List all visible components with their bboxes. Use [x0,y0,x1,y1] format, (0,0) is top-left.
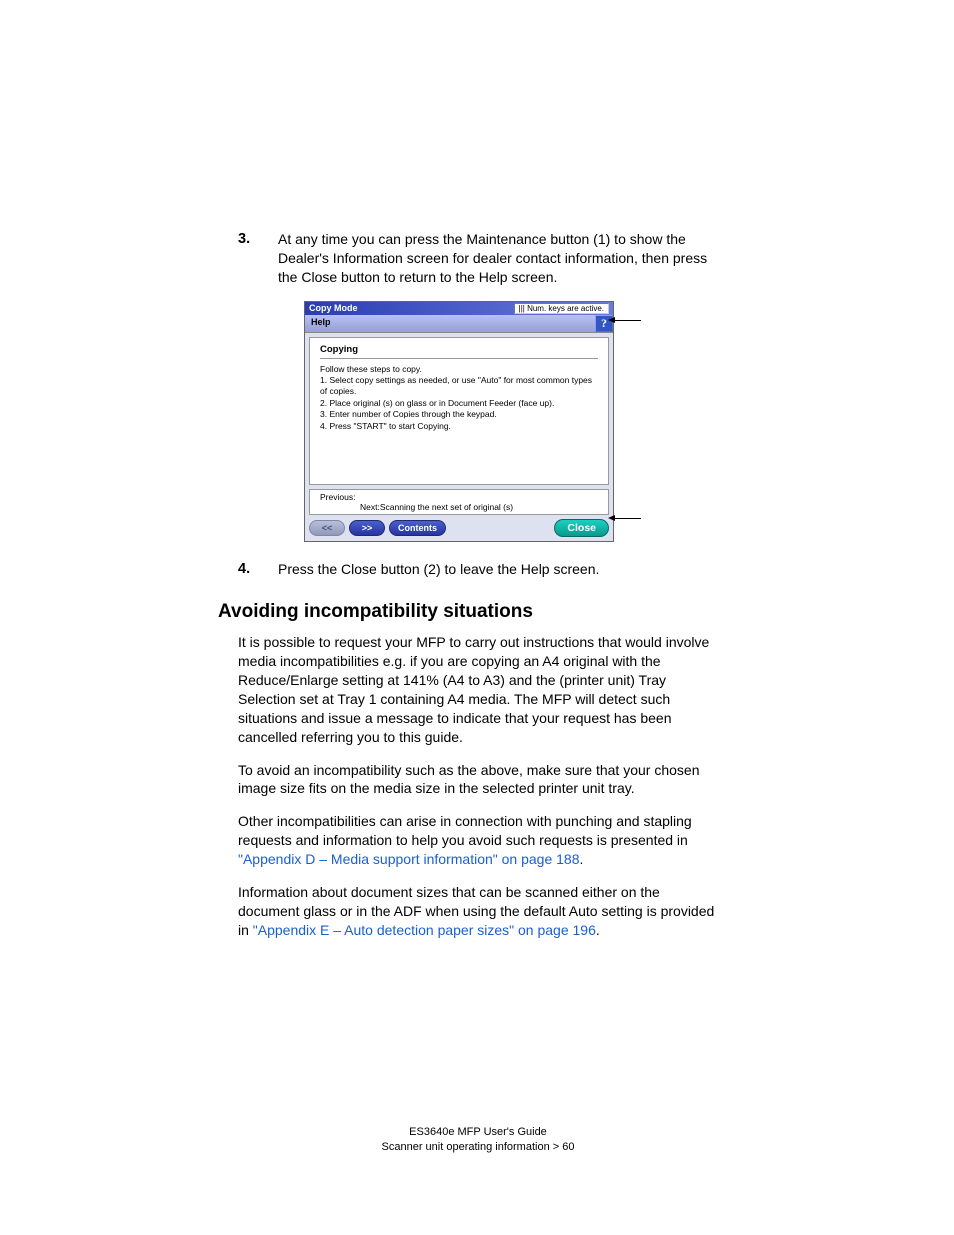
section-heading: Avoiding incompatibility situations [218,601,718,623]
help-header-label: Help [305,315,337,332]
next-button[interactable]: >> [349,520,385,536]
prev-button[interactable]: << [309,520,345,536]
help-step-1: 1. Select copy settings as needed, or us… [320,375,598,396]
help-next-label: Next:Scanning the next set of original (… [320,502,598,512]
contents-button[interactable]: Contents [389,520,446,536]
step-4-number: 4. [238,560,278,580]
footer-title: ES3640e MFP User's Guide [238,1125,718,1140]
para-2: To avoid an incompatibility such as the … [238,761,718,799]
help-topic-title: Copying [320,344,598,359]
help-step-4: 4. Press "START" to start Copying. [320,421,598,432]
appendix-d-link[interactable]: "Appendix D – Media support information"… [238,851,580,867]
page-footer: ES3640e MFP User's Guide Scanner unit op… [238,1125,718,1155]
para-1: It is possible to request your MFP to ca… [238,633,718,746]
help-previous-label: Previous: [320,492,598,502]
help-step-2: 2. Place original (s) on glass or in Doc… [320,398,598,409]
para-4: Information about document sizes that ca… [238,883,718,940]
help-screen-figure: Copy Mode ||| Num. keys are active. Help… [304,301,718,542]
step-3-number: 3. [238,230,278,287]
para-3: Other incompatibilities can arise in con… [238,812,718,869]
window-title: Copy Mode [309,303,358,313]
appendix-e-link[interactable]: "Appendix E – Auto detection paper sizes… [253,922,596,938]
step-4-text: Press the Close button (2) to leave the … [278,560,718,580]
help-step-3: 3. Enter number of Copies through the ke… [320,409,598,420]
footer-breadcrumb: Scanner unit operating information > 60 [238,1140,718,1155]
close-button[interactable]: Close [554,519,609,537]
step-3-text: At any time you can press the Maintenanc… [278,230,718,287]
numkeys-status: ||| Num. keys are active. [514,303,609,314]
help-intro: Follow these steps to copy. [320,364,598,375]
